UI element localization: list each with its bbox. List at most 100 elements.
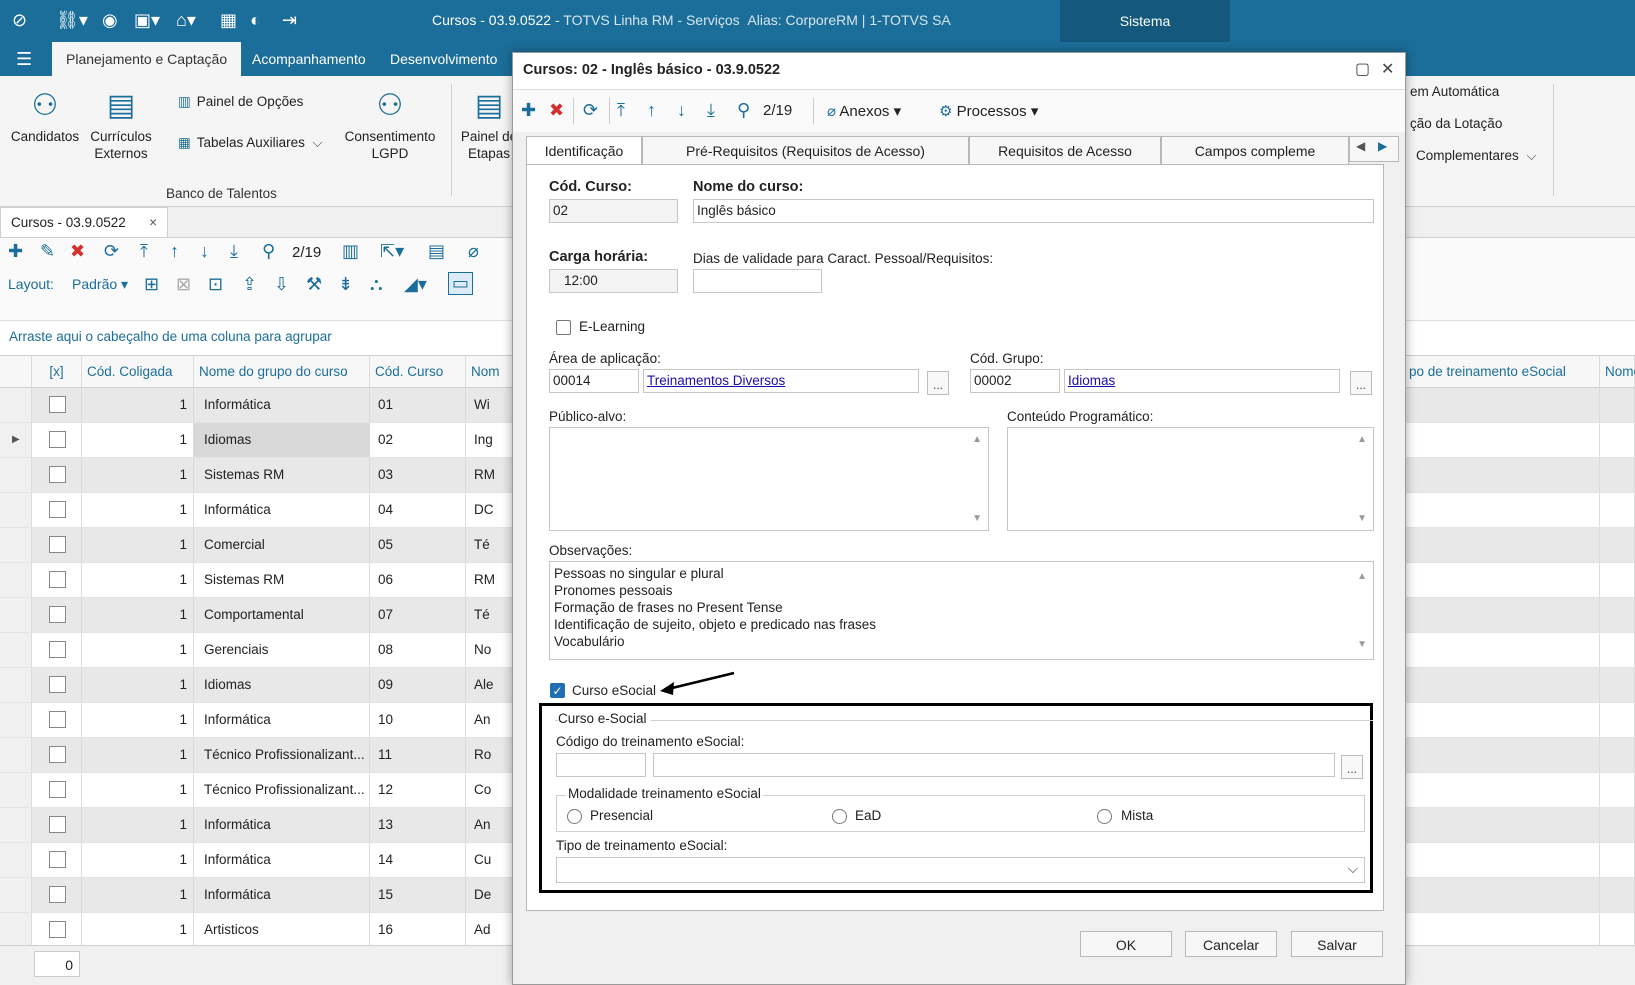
apply-layout-icon[interactable]: ⊡ [208,274,223,295]
radio-presencial[interactable] [567,809,582,824]
header-nome[interactable]: Nom [466,356,516,388]
edit-icon[interactable]: ✎ [40,241,55,262]
next-record-icon[interactable]: ↓ [200,241,209,262]
filter-icon[interactable]: ⛬ [370,274,383,295]
scroll-down-icon[interactable]: ▼ [1357,513,1367,524]
grupo-nome-link[interactable]: Idiomas [1068,373,1115,388]
download-layout-icon[interactable]: ⇩ [274,274,289,295]
search-icon[interactable]: ⚲ [262,241,275,262]
elearning-checkbox[interactable] [556,320,571,335]
prev-record-icon[interactable]: ↑ [170,241,179,262]
maximize-icon[interactable]: ▢ [1355,59,1370,79]
cancel-button[interactable]: Cancelar [1185,931,1277,957]
nome-curso-field[interactable]: Inglês básico [693,199,1374,223]
row-checkbox[interactable] [49,641,66,658]
row-checkbox[interactable] [49,606,66,623]
prev-record-icon[interactable]: ↑ [647,100,656,121]
tab-pre-requisitos[interactable]: Pré-Requisitos (Requisitos de Acesso) [642,136,969,164]
dias-validade-field[interactable] [693,269,822,293]
last-record-icon[interactable]: ⤓ [230,241,238,262]
tab-requisitos-acesso[interactable]: Requisitos de Acesso [969,136,1161,164]
row-checkbox[interactable] [49,466,66,483]
radio-ead[interactable] [832,809,847,824]
grupo-codigo-field[interactable]: 00002 [970,369,1060,393]
codigo-treinamento-lookup-button[interactable]: ... [1341,755,1363,779]
row-checkbox[interactable] [49,921,66,938]
row-checkbox[interactable] [49,396,66,413]
refresh-icon[interactable]: ⟳ [104,241,119,262]
attach-icon[interactable]: ⌀ [468,241,479,262]
candidatos-button[interactable]: ⚇ Candidatos [8,84,82,145]
area-nome-link[interactable]: Treinamentos Diversos [647,373,785,388]
export-icon[interactable]: ⇱▾ [380,241,404,262]
org-chart-icon[interactable]: ⛓▾ [56,10,88,31]
ribbon-item-automatica[interactable]: em Automática [1410,84,1499,99]
scroll-up-icon[interactable]: ▲ [1357,434,1367,445]
report-icon[interactable]: ▤ [428,241,445,262]
scroll-down-icon[interactable]: ▼ [972,513,982,524]
ribbon-item-lotacao[interactable]: ção da Lotação [1410,116,1502,131]
area-nome-field[interactable]: Treinamentos Diversos [643,369,919,393]
ok-button[interactable]: OK [1080,931,1172,957]
brush-icon[interactable]: ⚒ [306,274,322,295]
calculator-icon[interactable]: ▦ [220,10,237,31]
tab-planejamento[interactable]: Planejamento e Captação [52,42,242,76]
header-cod-coligada[interactable]: Cód. Coligada [82,356,194,388]
tabelas-auxiliares-button[interactable]: ▦ Tabelas Auxiliares ⌵ [178,135,323,151]
next-record-icon[interactable]: ↓ [677,100,686,121]
select-all-header[interactable]: [x] [32,356,82,388]
scroll-up-icon[interactable]: ▲ [972,434,982,445]
header-tipo-treinamento[interactable]: po de treinamento eSocial [1404,356,1600,388]
area-lookup-button[interactable]: ... [927,371,949,395]
grupo-nome-field[interactable]: Idiomas [1064,369,1340,393]
grupo-lookup-button[interactable]: ... [1350,371,1372,395]
close-icon[interactable]: ✕ [1381,59,1394,79]
chart-icon[interactable]: ◢▾ [404,274,427,295]
header-nome-2[interactable]: Nome [1600,356,1635,388]
exit-icon[interactable]: ⇥ [282,10,297,31]
save-button[interactable]: Salvar [1291,931,1383,957]
preview-pane-icon[interactable]: ▭ [448,272,474,295]
layout-icon[interactable]: ▣▾ [134,10,160,31]
row-checkbox[interactable] [49,711,66,728]
row-checkbox[interactable] [49,886,66,903]
row-checkbox[interactable] [49,816,66,833]
close-icon[interactable]: × [149,208,157,238]
tab-prev-icon[interactable]: ◀ [1356,139,1365,153]
curso-esocial-checkbox[interactable]: ✓ [550,683,565,698]
menu-icon[interactable]: ☰ [16,49,32,70]
publico-alvo-field[interactable]: ▲ ▼ [549,427,989,531]
add-icon[interactable]: ✚ [521,100,536,121]
row-checkbox[interactable] [49,536,66,553]
tab-campos-complementares[interactable]: Campos compleme [1161,136,1349,164]
first-record-icon[interactable]: ⤒ [140,241,148,262]
consentimento-lgpd-button[interactable]: ⚇ Consentimento LGPD [342,84,438,162]
painel-opcoes-button[interactable]: ▥ Painel de Opções [178,94,303,110]
row-checkbox[interactable] [49,431,66,448]
add-icon[interactable]: ✚ [8,241,23,262]
observacoes-field[interactable]: Pessoas no singular e plural Pronomes pe… [549,561,1374,660]
home-icon[interactable]: ⌂▾ [176,10,196,31]
doc-tab-cursos[interactable]: Cursos - 03.9.0522 × [0,207,168,237]
totvs-logo-icon[interactable]: ⊘ [12,10,27,31]
row-checkbox[interactable] [49,781,66,798]
tab-next-icon[interactable]: ▶ [1378,139,1387,153]
search-icon[interactable]: ⚲ [737,100,750,121]
pin-icon[interactable]: ⇟ [338,274,353,295]
eye-icon[interactable]: ◉ [102,10,118,31]
codigo-treinamento-desc-field[interactable] [653,753,1335,777]
radio-mista[interactable] [1097,809,1112,824]
tab-acompanhamento[interactable]: Acompanhamento [238,42,380,76]
delete-icon[interactable]: ✖ [70,241,85,262]
scroll-down-icon[interactable]: ▼ [1357,636,1367,653]
layout-select[interactable]: Padrão ▾ [72,276,128,293]
delete-icon[interactable]: ✖ [549,100,564,121]
area-codigo-field[interactable]: 00014 [549,369,639,393]
row-checkbox[interactable] [49,501,66,518]
tipo-treinamento-select[interactable]: ⌵ [556,857,1365,883]
refresh-icon[interactable]: ⟳ [583,100,598,121]
conteudo-field[interactable]: ▲ ▼ [1007,427,1374,531]
codigo-treinamento-field[interactable] [556,753,646,777]
row-checkbox[interactable] [49,676,66,693]
upload-layout-icon[interactable]: ⇪ [242,274,257,295]
